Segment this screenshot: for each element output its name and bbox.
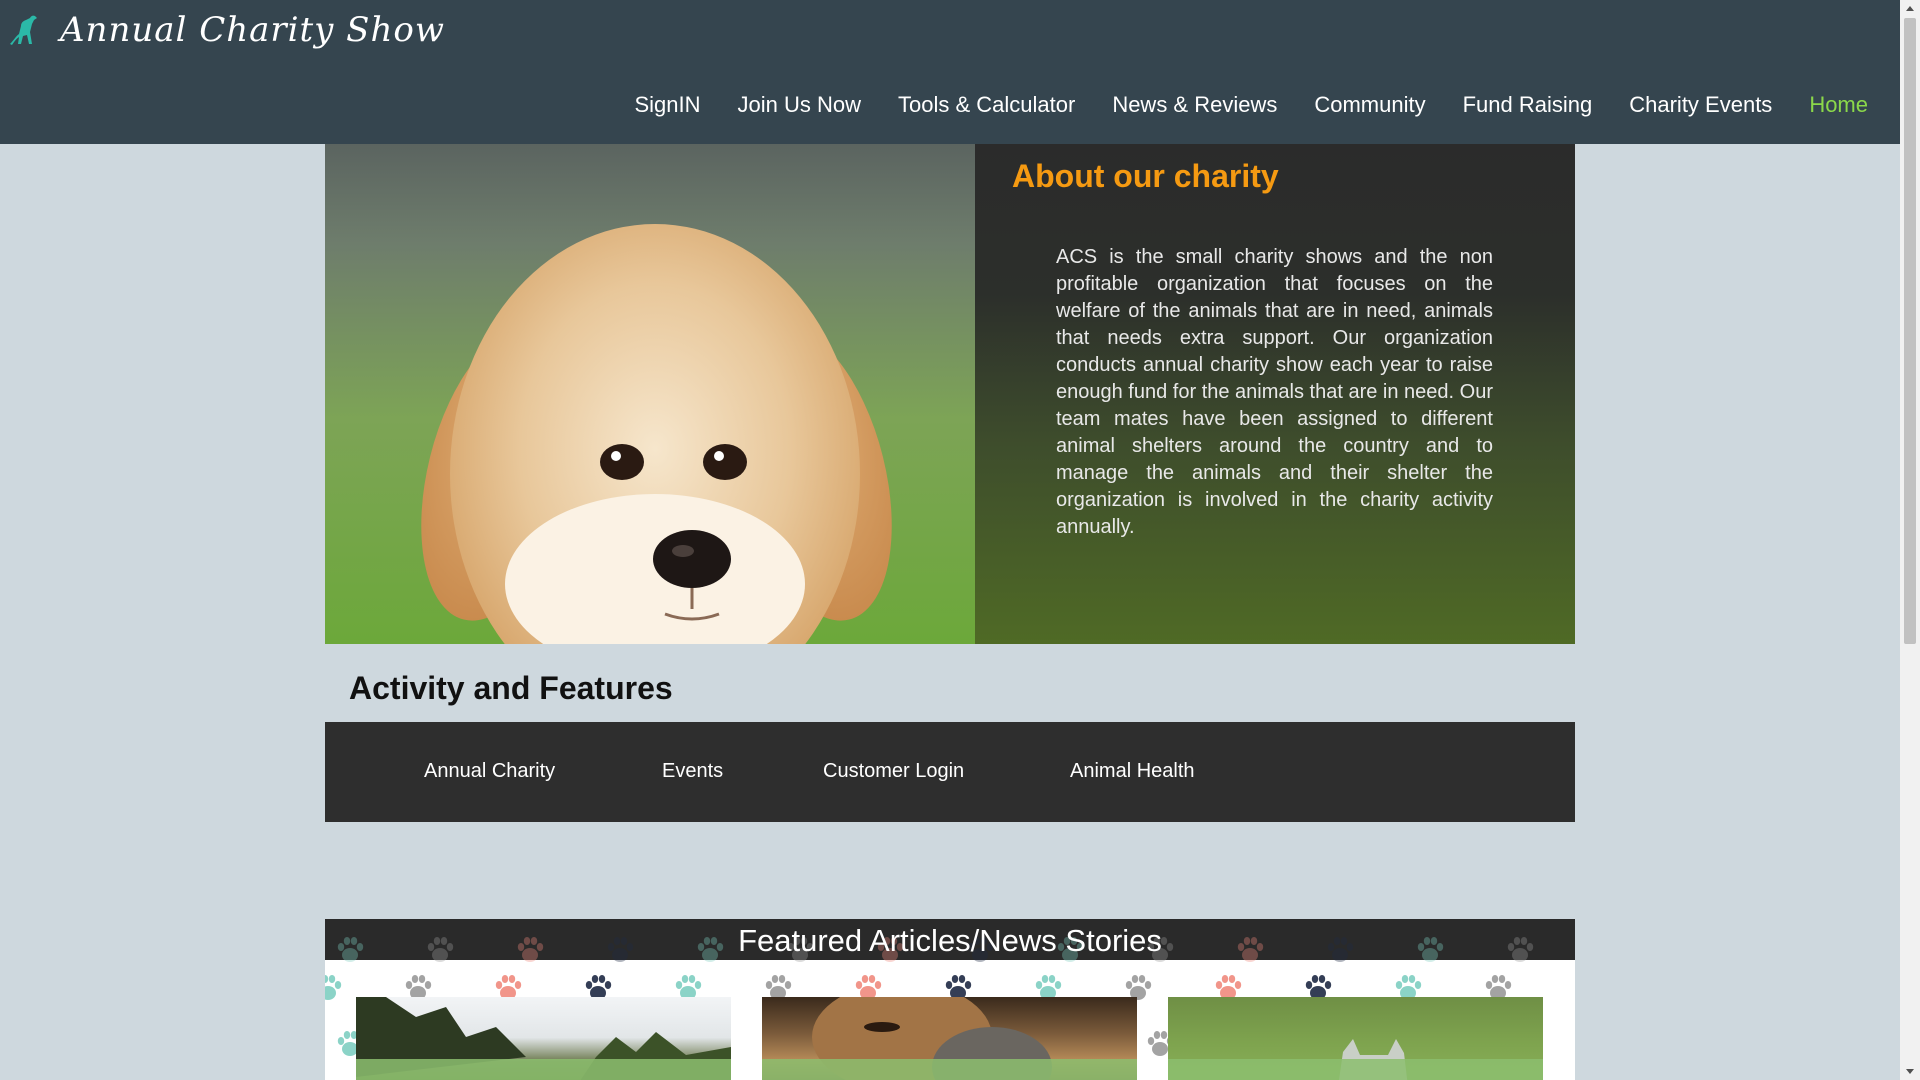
nav-tools-calculator[interactable]: Tools & Calculator xyxy=(898,92,1075,118)
nav-signin[interactable]: SignIN xyxy=(634,92,700,118)
card-caption-band xyxy=(762,1059,1137,1080)
activity-annual-charity[interactable]: Annual Charity xyxy=(424,760,555,783)
activity-customer-login[interactable]: Customer Login xyxy=(823,760,964,783)
nav-home[interactable]: Home xyxy=(1809,92,1868,118)
scroll-up-arrow-icon[interactable] xyxy=(1900,0,1920,17)
activity-events[interactable]: Events xyxy=(662,760,723,783)
scroll-down-arrow-icon[interactable] xyxy=(1900,1063,1920,1080)
nav-charity-events[interactable]: Charity Events xyxy=(1629,92,1772,118)
featured-title: Featured Articles/News Stories xyxy=(738,923,1162,958)
nav-fund-raising[interactable]: Fund Raising xyxy=(1463,92,1593,118)
main-nav: SignIN Join Us Now Tools & Calculator Ne… xyxy=(634,92,1868,118)
page-scrollbar[interactable] xyxy=(1900,0,1920,1080)
card-caption-band xyxy=(356,1059,731,1080)
card-caption-band xyxy=(1168,1059,1543,1080)
nav-join-us-now[interactable]: Join Us Now xyxy=(738,92,861,118)
article-card-3[interactable] xyxy=(1168,997,1543,1080)
about-title: About our charity xyxy=(1012,158,1279,194)
article-card-2[interactable] xyxy=(762,997,1137,1080)
featured-section: Featured Articles/News Stories xyxy=(325,919,1575,1080)
activity-menu: Annual Charity Events Customer Login Ani… xyxy=(325,722,1575,822)
site-logo[interactable]: Annual Charity Show xyxy=(6,10,445,50)
scrollbar-thumb[interactable] xyxy=(1904,18,1916,644)
site-title: Annual Charity Show xyxy=(60,10,445,50)
dog-icon xyxy=(10,15,37,45)
hero-section: About our charity ACS is the small chari… xyxy=(325,144,1575,644)
paw-print-icon xyxy=(325,973,343,1003)
site-header: Annual Charity Show SignIN Join Us Now T… xyxy=(0,0,1900,144)
activity-animal-health[interactable]: Animal Health xyxy=(1070,760,1195,783)
nav-news-reviews[interactable]: News & Reviews xyxy=(1112,92,1277,118)
nav-community[interactable]: Community xyxy=(1314,92,1425,118)
puppy-image xyxy=(325,144,975,644)
about-body: ACS is the small charity shows and the n… xyxy=(1056,246,1493,538)
about-panel: About our charity ACS is the small chari… xyxy=(975,144,1575,644)
activity-title: Activity and Features xyxy=(349,670,673,706)
article-card-1[interactable] xyxy=(356,997,731,1080)
